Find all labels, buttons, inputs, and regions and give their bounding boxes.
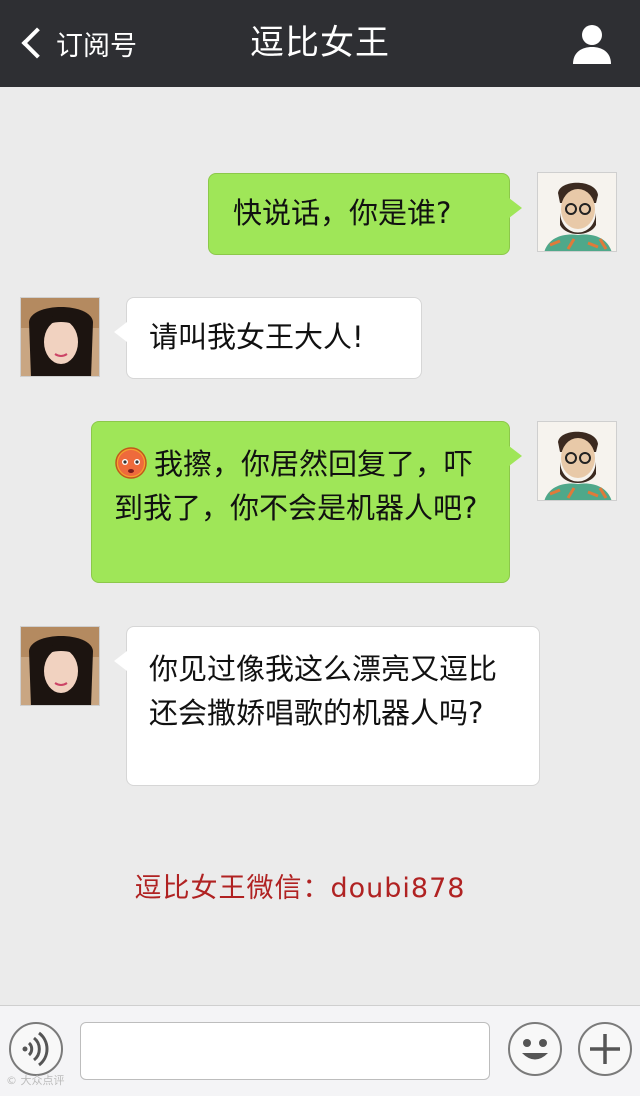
person-icon	[573, 25, 611, 64]
chat-title: 逗比女王	[250, 23, 390, 63]
message-text: 你见过像我这么漂亮又逗比还会撒娇唱歌的机器人吗?	[149, 652, 498, 730]
message-bubble-outgoing[interactable]: 快说话，你是谁?	[208, 173, 522, 255]
image-credit: © 大众点评	[6, 1074, 65, 1087]
voice-icon	[22, 1031, 49, 1067]
profile-button[interactable]	[570, 22, 614, 66]
contact-avatar[interactable]	[20, 297, 100, 377]
message-bubble-outgoing[interactable]: 我擦，你居然回复了，吓到我了，你不会是机器人吧?	[91, 421, 522, 583]
input-bar	[0, 1005, 640, 1096]
title-bar: 订阅号 逗比女王	[0, 0, 640, 87]
contact-avatar[interactable]	[20, 626, 100, 706]
message-text: 请叫我女王大人!	[149, 320, 364, 354]
message-input[interactable]	[80, 1022, 490, 1080]
my-avatar[interactable]	[537, 172, 617, 252]
message-text: 我擦，你居然回复了，吓到我了，你不会是机器人吧?	[114, 447, 478, 525]
emoji-button[interactable]	[508, 1022, 562, 1076]
more-button[interactable]	[578, 1022, 632, 1076]
smiley-icon	[522, 1039, 548, 1060]
message-bubble-incoming[interactable]: 请叫我女王大人!	[114, 297, 422, 379]
message-text: 快说话，你是谁?	[233, 196, 452, 230]
voice-button[interactable]	[9, 1022, 63, 1076]
plus-icon	[590, 1034, 620, 1064]
my-avatar[interactable]	[537, 421, 617, 501]
wechat-id-note: 逗比女王微信：doubi878	[134, 873, 466, 904]
message-bubble-incoming[interactable]: 你见过像我这么漂亮又逗比还会撒娇唱歌的机器人吗?	[114, 626, 540, 786]
blushing-face-icon	[114, 446, 148, 480]
